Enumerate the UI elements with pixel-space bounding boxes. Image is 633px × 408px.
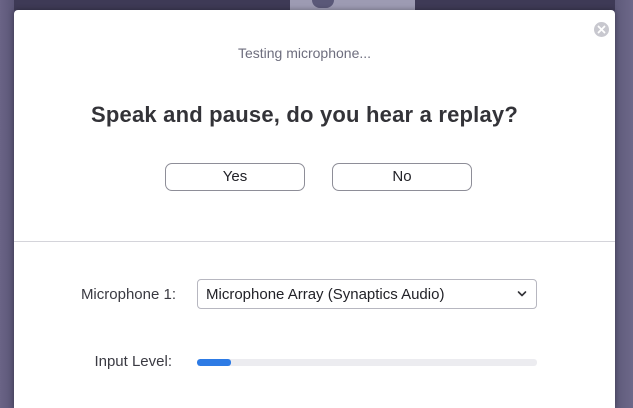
microphone-select[interactable]: Microphone Array (Synaptics Audio) <box>197 279 537 309</box>
input-level-meter <box>197 359 537 366</box>
yes-button[interactable]: Yes <box>165 163 305 191</box>
replay-question: Speak and pause, do you hear a replay? <box>91 102 518 127</box>
no-button[interactable]: No <box>332 163 472 191</box>
background-app-tab <box>290 0 415 10</box>
background-app-right <box>615 0 633 408</box>
input-level-fill <box>197 359 231 366</box>
microphone-select-value: Microphone Array (Synaptics Audio) <box>206 286 445 303</box>
testing-status-text: Testing microphone... <box>237 45 372 61</box>
close-icon <box>597 25 606 34</box>
background-app-left <box>0 0 14 408</box>
microphone-test-dialog: Testing microphone... Speak and pause, d… <box>14 10 615 408</box>
section-divider <box>14 241 615 242</box>
input-level-label: Input Level: <box>94 353 172 370</box>
chevron-down-icon <box>517 291 527 297</box>
microphone-label: Microphone 1: <box>80 286 176 303</box>
close-button[interactable] <box>594 22 609 37</box>
